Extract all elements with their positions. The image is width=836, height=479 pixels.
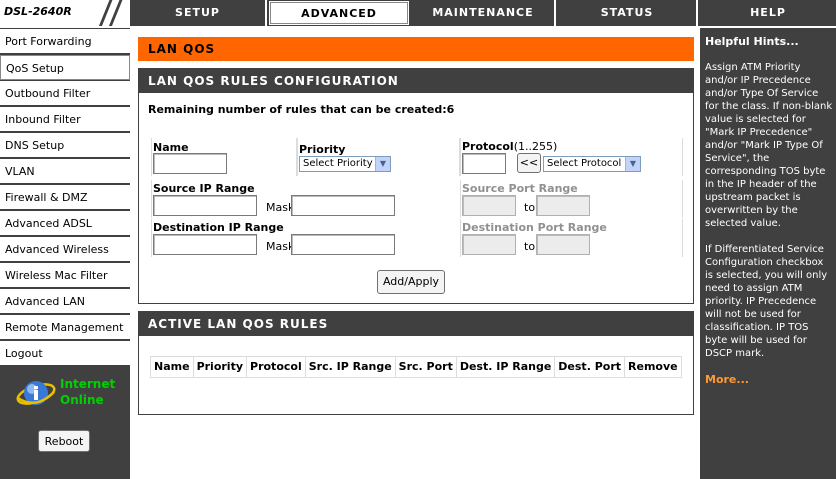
top-navigation-bar: DSL-2640R SETUP ADVANCED MAINTENANCE STA… [0, 0, 836, 28]
source-ip-label: Source IP Range [153, 182, 255, 195]
tab-advanced[interactable]: ADVANCED [268, 0, 410, 26]
form-row-destination: Destination IP Range Mask Destination Po… [151, 219, 683, 257]
destination-ip-input[interactable] [153, 234, 257, 255]
sidebar-item-outbound-filter[interactable]: Outbound Filter [0, 81, 130, 106]
protocol-selected-value: Select Protocol [547, 158, 622, 169]
more-hints-link[interactable]: More... [705, 373, 749, 386]
protocol-cell: Protocol(1..255) << Select Protocol ▼ [461, 138, 682, 176]
tab-help[interactable]: HELP [700, 0, 836, 26]
source-port-to-label: to [524, 201, 536, 214]
internet-globe-icon [16, 381, 56, 405]
destination-ip-cell: Destination IP Range Mask [152, 219, 460, 257]
sidebar: Port Forwarding QoS Setup Outbound Filte… [0, 28, 130, 479]
protocol-label: Protocol [462, 140, 514, 153]
column-header-remove: Remove [625, 357, 681, 377]
hints-title: Helpful Hints... [705, 35, 799, 48]
sidebar-item-advanced-adsl[interactable]: Advanced ADSL [0, 211, 130, 236]
destination-port-to-label: to [524, 240, 536, 253]
active-rules-panel: ACTIVE LAN QOS RULES Name Priority Proto… [138, 311, 694, 415]
column-header-protocol: Protocol [247, 357, 305, 377]
column-header-dest-port: Dest. Port [555, 357, 625, 377]
tab-maintenance[interactable]: MAINTENANCE [412, 0, 556, 26]
priority-cell: Priority Select Priority ▼ [298, 138, 459, 176]
priority-label: Priority [299, 143, 346, 156]
sidebar-item-logout[interactable]: Logout [0, 341, 130, 366]
name-input[interactable] [153, 153, 227, 174]
sidebar-item-inbound-filter[interactable]: Inbound Filter [0, 107, 130, 132]
sidebar-item-remote-management[interactable]: Remote Management [0, 315, 130, 340]
sidebar-item-advanced-wireless[interactable]: Advanced Wireless [0, 237, 130, 262]
sidebar-item-qos-setup[interactable]: QoS Setup [0, 55, 130, 80]
priority-selected-value: Select Priority [303, 158, 373, 169]
chevron-down-icon: ▼ [375, 157, 390, 171]
protocol-label-wrap: Protocol(1..255) [462, 140, 557, 153]
chevron-down-icon: ▼ [625, 157, 640, 171]
brand-logo: DSL-2640R [0, 0, 130, 27]
source-mask-input[interactable] [291, 195, 395, 216]
main-content: LAN QOS LAN QOS RULES CONFIGURATION Rema… [130, 28, 700, 479]
destination-port-end-input[interactable] [536, 234, 590, 255]
sidebar-item-advanced-lan[interactable]: Advanced LAN [0, 289, 130, 314]
destination-port-label: Destination Port Range [462, 221, 607, 234]
column-header-src-port: Src. Port [395, 357, 456, 377]
source-ip-input[interactable] [153, 195, 257, 216]
tab-status[interactable]: STATUS [558, 0, 698, 26]
helpful-hints-panel: Helpful Hints... Assign ATM Priority and… [700, 28, 836, 479]
protocol-range-hint: (1..255) [513, 140, 558, 153]
column-header-priority: Priority [193, 357, 247, 377]
tab-setup[interactable]: SETUP [130, 0, 267, 26]
source-port-cell: Source Port Range to [461, 180, 682, 218]
status-line-1: Internet [60, 377, 116, 391]
reboot-button[interactable]: Reboot [38, 430, 90, 452]
section-title: LAN QOS [138, 37, 694, 61]
rules-table-header: Name Priority Protocol Src. IP Range Src… [150, 356, 682, 378]
priority-select[interactable]: Select Priority ▼ [299, 156, 391, 172]
name-cell: Name [152, 138, 296, 176]
sidebar-item-firewall-dmz[interactable]: Firewall & DMZ [0, 185, 130, 210]
column-header-name: Name [151, 357, 193, 377]
destination-port-cell: Destination Port Range to [461, 219, 682, 257]
protocol-number-input[interactable] [462, 153, 506, 174]
form-row-basic: Name Priority Select Priority ▼ Protocol… [151, 138, 683, 176]
add-apply-button[interactable]: Add/Apply [377, 270, 445, 294]
destination-port-start-input[interactable] [462, 234, 516, 255]
config-panel-title: LAN QOS RULES CONFIGURATION [139, 69, 693, 93]
destination-ip-label: Destination IP Range [153, 221, 284, 234]
source-ip-cell: Source IP Range Mask [152, 180, 460, 218]
sidebar-item-vlan[interactable]: VLAN [0, 159, 130, 184]
sidebar-item-wireless-mac-filter[interactable]: Wireless Mac Filter [0, 263, 130, 288]
form-row-source: Source IP Range Mask Source Port Range t… [151, 180, 683, 218]
protocol-select[interactable]: Select Protocol ▼ [543, 156, 641, 172]
column-header-dest-ip-range: Dest. IP Range [456, 357, 555, 377]
status-line-2: Online [60, 393, 104, 407]
sidebar-item-dns-setup[interactable]: DNS Setup [0, 133, 130, 158]
source-port-end-input[interactable] [536, 195, 590, 216]
column-header-src-ip-range: Src. IP Range [305, 357, 395, 377]
active-rules-title: ACTIVE LAN QOS RULES [139, 312, 693, 336]
model-name: DSL-2640R [4, 5, 72, 18]
destination-mask-input[interactable] [291, 234, 395, 255]
hint-paragraph-2: If Differentiated Service Configuration … [705, 244, 828, 359]
source-port-label: Source Port Range [462, 182, 578, 195]
qos-config-panel: LAN QOS RULES CONFIGURATION Remaining nu… [138, 68, 694, 304]
copy-protocol-button[interactable]: << [517, 153, 541, 173]
internet-status: Internet Online [16, 376, 126, 412]
remaining-rules-text: Remaining number of rules that can be cr… [148, 103, 455, 116]
hint-paragraph-1: Assign ATM Priority and/or IP Precedence… [705, 62, 833, 229]
source-port-start-input[interactable] [462, 195, 516, 216]
sidebar-item-port-forwarding[interactable]: Port Forwarding [0, 29, 130, 54]
